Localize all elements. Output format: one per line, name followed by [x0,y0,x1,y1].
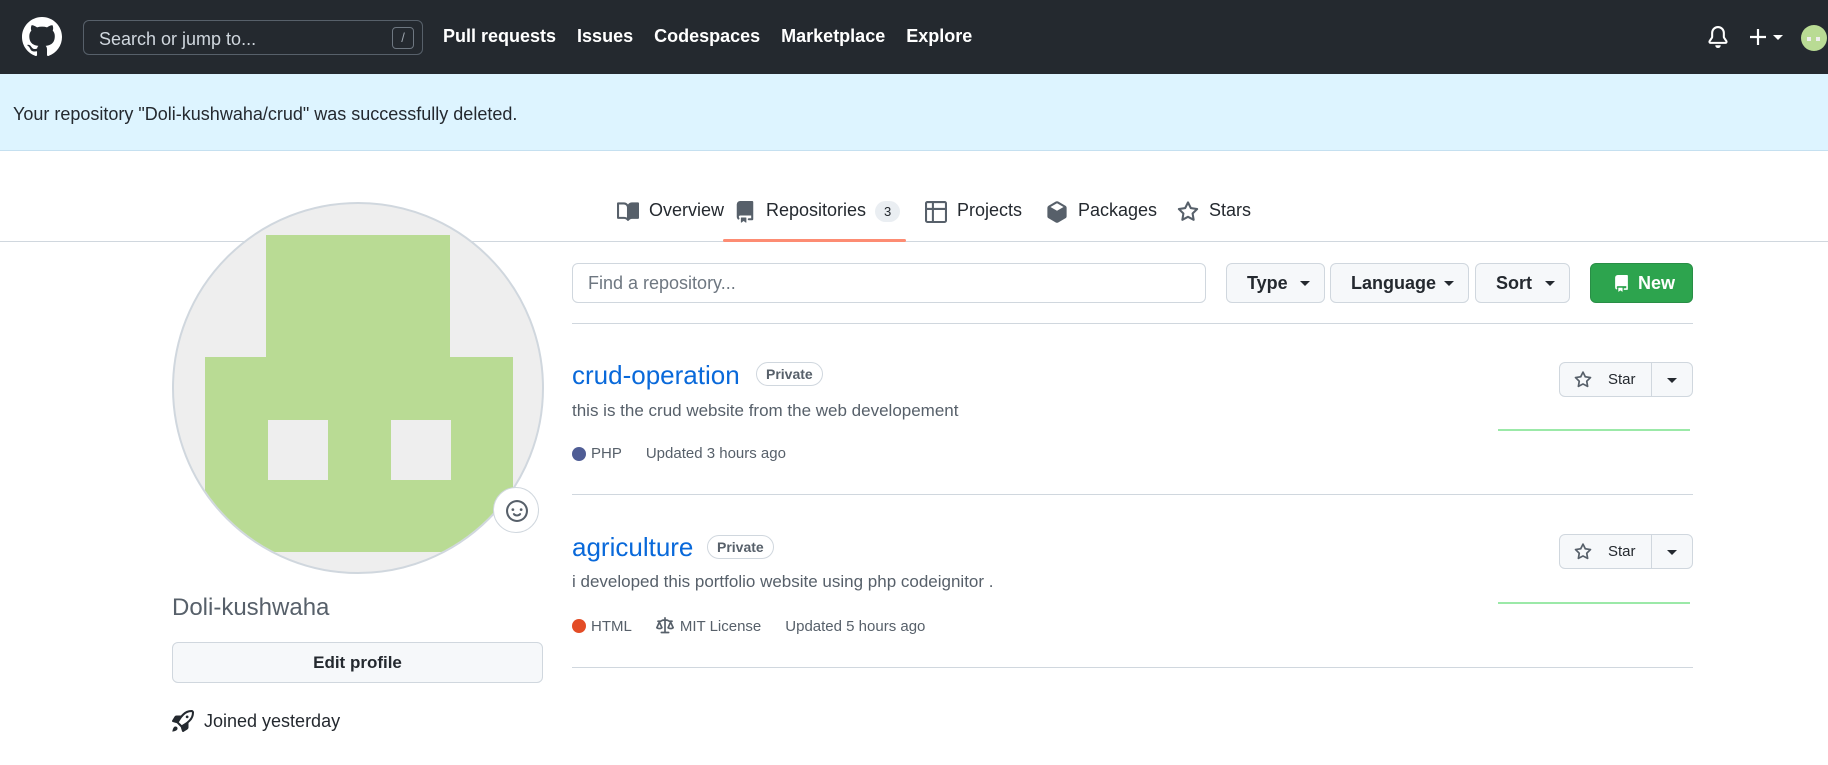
avatar-block-eye-left [268,420,328,480]
repo-meta: PHP Updated 3 hours ago [572,445,810,462]
repo-language-label: PHP [591,445,622,462]
tab-stars[interactable]: Stars [1177,200,1251,240]
repo-meta: HTML MIT License Updated 5 hours ago [572,617,949,635]
visibility-badge: Private [756,362,823,386]
star-button-group: Star [1559,362,1693,397]
tab-repositories-label: Repositories [766,200,867,220]
table-icon [925,201,947,223]
tab-projects[interactable]: Projects [925,200,1022,240]
edit-profile-button[interactable]: Edit profile [172,642,543,683]
caret-down-icon [1545,281,1555,286]
profile-username: Doli-kushwaha [172,594,330,621]
bell-icon[interactable] [1707,25,1729,49]
tab-overview[interactable]: Overview [617,200,724,240]
language-filter-label: Language [1351,273,1437,293]
star-icon [1574,543,1592,560]
flash-message: Your repository "Doli-kushwaha/crud" was… [13,104,518,124]
sort-label: Sort [1496,273,1532,293]
set-status-button[interactable] [493,487,539,533]
rocket-icon [172,710,194,732]
language-color-dot [572,446,586,461]
new-repository-button[interactable]: New [1590,263,1693,303]
star-button[interactable]: Star [1560,363,1652,396]
type-filter-label: Type [1247,273,1288,293]
find-repository-input[interactable]: Find a repository... [572,263,1206,303]
star-label: Star [1608,543,1636,560]
nav-marketplace[interactable]: Marketplace [781,26,885,47]
tab-overview-label: Overview [649,200,725,220]
plus-icon[interactable] [1749,26,1789,48]
repo-license[interactable]: MIT License [655,617,762,635]
joined-info: Joined yesterday [172,710,340,732]
star-list-dropdown[interactable] [1652,535,1692,568]
repo-language-label: HTML [591,617,632,635]
global-nav: Pull requests Issues Codespaces Marketpl… [443,26,993,47]
law-icon [655,617,674,634]
repo-description: this is the crud website from the web de… [572,401,959,420]
smiley-icon [506,500,528,522]
nav-issues[interactable]: Issues [577,26,633,47]
activity-sparkline [1498,602,1690,604]
repo-icon [1615,275,1628,292]
repo-updated: Updated 3 hours ago [645,445,786,462]
repo-language: PHP [572,445,622,462]
caret-down-icon [1444,281,1454,286]
visibility-badge: Private [707,535,774,559]
repo-updated: Updated 5 hours ago [785,617,926,635]
star-button-group: Star [1559,534,1693,569]
profile-avatar[interactable] [172,202,544,574]
star-icon [1574,371,1592,388]
avatar-block-body [205,357,513,552]
repo-license-label: MIT License [679,617,762,635]
avatar-block-eye-right [391,420,451,480]
list-divider [572,667,1693,668]
repo-link-agriculture[interactable]: agriculture [572,532,693,563]
package-icon [1047,201,1067,223]
repo-language: HTML [572,618,632,635]
caret-down-icon [1667,550,1677,555]
activity-sparkline [1498,429,1690,431]
list-divider [572,323,1693,324]
tab-packages-label: Packages [1078,200,1158,220]
language-color-dot [572,619,586,633]
repo-icon [736,201,754,223]
tab-repositories[interactable]: Repositories 3 [734,200,901,240]
flash-banner: Your repository "Doli-kushwaha/crud" was… [0,74,1828,151]
slash-shortcut-key: / [392,27,414,49]
star-label: Star [1608,371,1636,388]
selected-tab-indicator [723,239,906,242]
search-input[interactable]: Search or jump to... / [83,20,423,55]
star-list-dropdown[interactable] [1652,363,1692,396]
github-logo-icon[interactable] [22,17,62,57]
sort-dropdown[interactable]: Sort [1475,263,1570,303]
nav-explore[interactable]: Explore [906,26,972,47]
joined-text: Joined yesterday [204,710,341,731]
list-divider [572,494,1693,495]
nav-codespaces[interactable]: Codespaces [654,26,760,47]
tab-packages[interactable]: Packages [1046,200,1157,240]
star-button[interactable]: Star [1560,535,1652,568]
top-header: Search or jump to... / Pull requests Iss… [0,0,1828,74]
tab-stars-label: Stars [1209,200,1252,220]
search-placeholder: Search or jump to... [99,29,257,49]
new-button-label: New [1638,273,1676,293]
avatar[interactable] [1801,25,1827,51]
repo-description: i developed this portfolio website using… [572,572,994,591]
caret-down-icon [1667,378,1677,383]
book-icon [617,202,639,221]
type-filter-dropdown[interactable]: Type [1226,263,1325,303]
tab-projects-label: Projects [957,200,1023,220]
avatar-block-top [266,235,450,375]
language-filter-dropdown[interactable]: Language [1330,263,1469,303]
repo-count-badge: 3 [875,201,901,222]
repo-link-crud-operation[interactable]: crud-operation [572,360,740,391]
caret-down-icon [1300,281,1310,286]
nav-pull-requests[interactable]: Pull requests [443,26,556,47]
star-icon [1177,201,1199,221]
